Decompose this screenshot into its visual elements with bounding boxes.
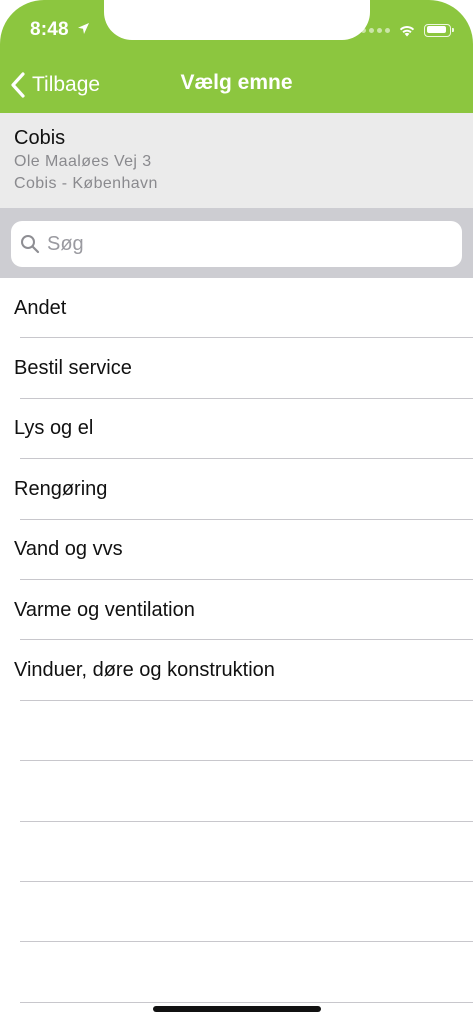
list-item-rengoring[interactable]: Rengøring	[0, 459, 473, 520]
search-input[interactable]	[47, 232, 447, 256]
list-item-label: Andet	[14, 296, 67, 319]
status-time: 8:48	[30, 19, 69, 40]
list-item-bestil-service[interactable]: Bestil service	[0, 338, 473, 400]
battery-icon	[424, 23, 454, 37]
empty-row	[0, 761, 473, 822]
status-indicators	[361, 22, 454, 38]
list-item-label: Lys og el	[14, 417, 94, 440]
location-name: Cobis	[14, 127, 66, 149]
home-indicator[interactable]	[153, 1006, 321, 1012]
location-city: Cobis - København	[14, 175, 158, 192]
empty-row	[0, 822, 473, 883]
empty-row	[0, 882, 473, 943]
battery-level	[426, 26, 447, 33]
topic-list: Andet Bestil service Lys og el Rengøring…	[0, 278, 473, 1004]
search-field[interactable]	[11, 221, 462, 267]
app-screen: 8:48 Tilbage Vælg emne Cobis Ole Maaløes…	[0, 0, 473, 1024]
list-item-lys-og-el[interactable]: Lys og el	[0, 399, 473, 460]
list-item-label: Vand og vvs	[14, 538, 123, 561]
wifi-icon	[399, 25, 415, 36]
list-item-label: Vinduer, døre og konstruktion	[14, 659, 275, 682]
location-info: Cobis Ole Maaløes Vej 3 Cobis - Københav…	[0, 113, 473, 208]
list-item-label: Rengøring	[14, 477, 108, 500]
list-item-vand-og-vvs[interactable]: Vand og vvs	[0, 520, 473, 581]
cellular-dots-icon	[361, 27, 390, 33]
list-item-label: Varme og ventilation	[14, 598, 195, 621]
list-item-vinduer-dore-og-konstruktion[interactable]: Vinduer, døre og konstruktion	[0, 640, 473, 702]
list-item-label: Bestil service	[14, 357, 132, 380]
location-address: Ole Maaløes Vej 3	[14, 153, 152, 170]
list-item-varme-og-ventilation[interactable]: Varme og ventilation	[0, 580, 473, 641]
device-notch	[104, 0, 370, 40]
empty-row	[0, 942, 473, 1004]
location-arrow-icon	[78, 23, 89, 34]
navigation-header: 8:48 Tilbage Vælg emne	[0, 0, 473, 113]
search-icon	[21, 235, 40, 254]
list-item-andet[interactable]: Andet	[0, 278, 473, 339]
page-title: Vælg emne	[180, 71, 293, 94]
search-bar	[0, 208, 473, 278]
empty-row	[0, 701, 473, 762]
